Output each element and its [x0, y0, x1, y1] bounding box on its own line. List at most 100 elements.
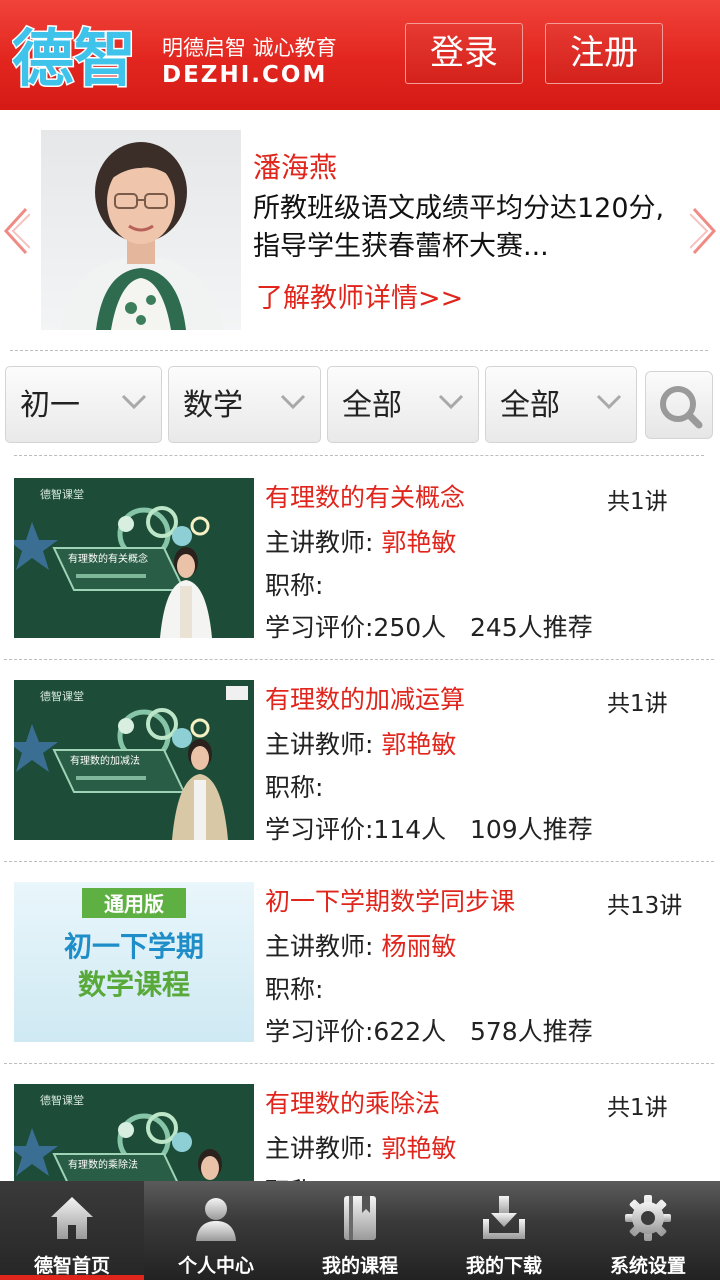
logo-url: DEZHI.COM: [162, 62, 328, 88]
course-recommend: 245人推荐: [469, 613, 593, 642]
thumb-brand: 德智课堂: [40, 689, 84, 703]
course-teacher-name[interactable]: 郭艳敏: [381, 1134, 456, 1163]
course-rating-row: 学习评价:622人 578人推荐: [265, 1012, 593, 1048]
divider: [4, 659, 714, 660]
register-button[interactable]: 注册: [545, 23, 663, 84]
course-rating-row: 学习评价:250人 245人推荐: [265, 608, 593, 644]
teacher-photo[interactable]: [41, 130, 241, 330]
teacher-label: 主讲教师:: [265, 932, 374, 961]
course-teacher-name[interactable]: 郭艳敏: [381, 730, 456, 759]
subject-select-value: 数学: [183, 388, 243, 423]
divider: [14, 455, 704, 456]
teacher-portrait: [41, 130, 241, 330]
nav-downloads[interactable]: 我的下载: [432, 1181, 576, 1280]
nav-home[interactable]: 德智首页: [0, 1181, 144, 1280]
course-rating: 学习评价:622人: [265, 1017, 447, 1046]
course-teacher-name[interactable]: 杨丽敏: [381, 932, 456, 961]
thumb-brand: 德智课堂: [40, 487, 84, 501]
course-rank: 职称:: [265, 773, 324, 802]
course-recommend: 109人推荐: [469, 815, 593, 844]
thumb-line1: 初一下学期: [64, 930, 204, 963]
chevron-down-icon: [596, 394, 622, 410]
active-indicator: [0, 1275, 144, 1280]
course-item[interactable]: 通用版 初一下学期 数学课程 初一下学期数学同步课 共13讲 主讲教师: 杨丽敏…: [0, 864, 720, 1064]
teacher-label: 主讲教师:: [265, 730, 374, 759]
course-title[interactable]: 有理数的乘除法: [265, 1084, 440, 1120]
user-icon: [196, 1198, 236, 1241]
course-teacher-name[interactable]: 郭艳敏: [381, 528, 456, 557]
course-thumbnail[interactable]: 德智课堂 有理数的加减法: [14, 680, 254, 840]
course-thumb-image: 通用版 初一下学期 数学课程: [14, 882, 254, 1042]
course-lesson-count: 共1讲: [607, 1095, 668, 1121]
teacher-label: 主讲教师:: [265, 528, 374, 557]
course-lesson-count: 共1讲: [607, 489, 668, 515]
thumb-badge: 通用版: [104, 892, 164, 916]
thumb-line2: 数学课程: [78, 968, 190, 1001]
thumb-caption: 有理数的乘除法: [68, 1158, 138, 1171]
logo-text: 德智: [12, 22, 136, 92]
course-item[interactable]: 德智课堂 有理数的乘除法 有理数的乘除法 共1讲 主讲教师: 郭艳敏 职称:: [0, 1066, 720, 1181]
course-thumbnail[interactable]: 德智课堂 有理数的乘除法: [14, 1084, 254, 1181]
nav-my-courses-label: 我的课程: [321, 1255, 398, 1277]
nav-profile[interactable]: 个人中心: [144, 1181, 288, 1280]
chevron-down-icon: [280, 394, 306, 410]
course-item[interactable]: 德智课堂 有理数的有关概念 有理数的有关概念 共1讲 主讲教师: 郭艳敏 职称:…: [0, 460, 720, 660]
teacher-label: 主讲教师:: [265, 1134, 374, 1163]
teacher-name[interactable]: 潘海燕: [253, 146, 337, 186]
course-rank: 职称:: [265, 1172, 323, 1181]
course-thumb-image: 德智课堂 有理数的乘除法: [14, 1084, 254, 1181]
nav-settings-label: 系统设置: [609, 1255, 686, 1277]
type-select-value: 全部: [500, 388, 560, 423]
version-select[interactable]: 全部: [327, 366, 479, 443]
search-icon: [660, 386, 703, 429]
course-rating: 学习评价:114人: [265, 815, 447, 844]
course-teacher-row: 主讲教师: 郭艳敏: [265, 1129, 456, 1165]
nav-downloads-label: 我的下载: [465, 1255, 542, 1277]
divider: [10, 350, 708, 351]
course-lesson-count: 共1讲: [607, 691, 668, 717]
download-icon: [483, 1196, 525, 1239]
course-rank: 职称:: [265, 975, 324, 1004]
teacher-detail-link[interactable]: 了解教师详情>>: [256, 276, 463, 315]
nav-settings[interactable]: 系统设置: [576, 1181, 720, 1280]
version-select-value: 全部: [342, 388, 402, 423]
grade-select[interactable]: 初一: [5, 366, 162, 443]
chevron-right-icon[interactable]: [690, 206, 720, 256]
nav-my-courses[interactable]: 我的课程: [288, 1181, 432, 1280]
course-recommend: 578人推荐: [469, 1017, 593, 1046]
nav-home-label: 德智首页: [33, 1255, 110, 1277]
subject-select[interactable]: 数学: [168, 366, 321, 443]
course-title[interactable]: 初一下学期数学同步课: [265, 882, 515, 918]
thumb-caption: 有理数的有关概念: [68, 552, 148, 565]
course-teacher-row: 主讲教师: 杨丽敏: [265, 927, 456, 963]
logo-slogan: 明德启智 诚心教育: [162, 36, 337, 60]
course-title[interactable]: 有理数的有关概念: [265, 478, 465, 514]
book-icon: [344, 1196, 376, 1240]
divider: [4, 861, 714, 862]
login-button[interactable]: 登录: [405, 23, 523, 84]
course-thumb-image: 德智课堂 有理数的有关概念: [14, 478, 254, 638]
course-rating: 学习评价:250人: [265, 613, 447, 642]
gear-icon: [625, 1195, 671, 1241]
type-select[interactable]: 全部: [485, 366, 637, 443]
site-logo[interactable]: 德智 明德启智 诚心教育 DEZHI.COM: [12, 22, 342, 92]
course-thumbnail[interactable]: 德智课堂 有理数的有关概念: [14, 478, 254, 638]
home-icon: [51, 1197, 93, 1239]
nav-profile-label: 个人中心: [177, 1255, 254, 1277]
chevron-down-icon: [438, 394, 464, 410]
course-rank: 职称:: [265, 571, 324, 600]
thumb-caption: 有理数的加减法: [70, 754, 140, 767]
course-teacher-row: 主讲教师: 郭艳敏: [265, 523, 456, 559]
course-teacher-row: 主讲教师: 郭艳敏: [265, 725, 456, 761]
logo-mark: 德智: [12, 22, 138, 92]
chevron-left-icon[interactable]: [0, 206, 30, 256]
grade-select-value: 初一: [20, 388, 80, 423]
course-rating-row: 学习评价:114人 109人推荐: [265, 810, 593, 846]
thumb-brand: 德智课堂: [40, 1093, 84, 1107]
app-header: 德智 明德启智 诚心教育 DEZHI.COM 登录 注册: [0, 0, 720, 110]
course-thumbnail[interactable]: 通用版 初一下学期 数学课程: [14, 882, 254, 1042]
search-button[interactable]: [645, 371, 713, 439]
course-title[interactable]: 有理数的加减运算: [265, 680, 465, 716]
bottom-nav: 德智首页 个人中心 我的课程 我的下载 系统设置: [0, 1181, 720, 1280]
course-item[interactable]: 德智课堂 有理数的加减法 有理数的加减运算 共1讲 主讲教师: 郭艳敏 职称: …: [0, 662, 720, 862]
